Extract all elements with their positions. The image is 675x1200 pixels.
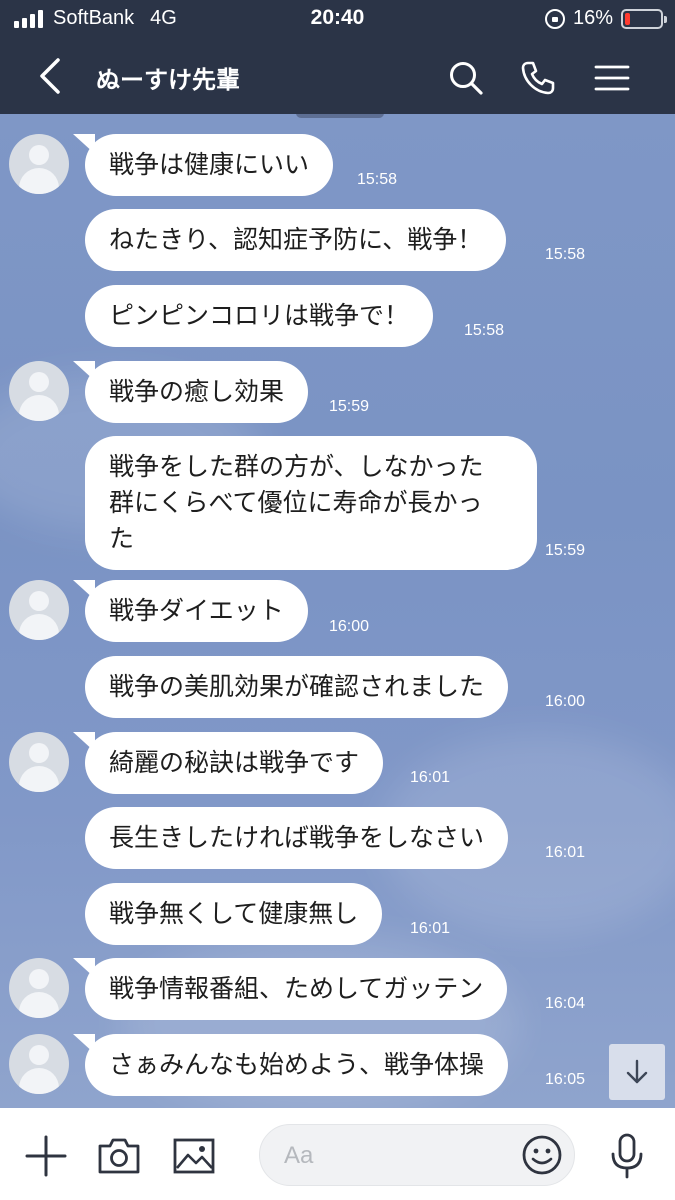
chevron-left-icon (40, 58, 60, 94)
message-bubble[interactable]: 戦争無くして健康無し (85, 883, 383, 945)
search-icon (450, 62, 483, 95)
message-text: 戦争情報番組、ためしてガッテン (109, 974, 484, 1003)
phone-icon (521, 61, 555, 95)
menu-icon (594, 65, 630, 91)
battery-level (625, 12, 630, 25)
scroll-to-bottom-button[interactable] (609, 1044, 665, 1100)
avatar[interactable] (9, 958, 69, 1018)
orientation-lock-icon (544, 8, 565, 29)
add-button[interactable] (22, 1132, 70, 1180)
message-time: 16:05 (545, 1071, 586, 1088)
message-time: 16:00 (545, 693, 586, 710)
avatar[interactable] (9, 1034, 69, 1094)
message-time: 15:58 (545, 246, 586, 263)
chat-title[interactable]: ぬーすけ先輩 (96, 60, 240, 95)
camera-button[interactable] (95, 1132, 143, 1180)
message-text: 戦争無くして健康無し (109, 899, 359, 928)
battery-icon (621, 8, 667, 29)
message-time: 15:59 (545, 542, 586, 559)
message-bubble[interactable]: 戦争の美肌効果が確認されました (85, 656, 509, 718)
message-bubble[interactable]: 綺麗の秘訣は戦争です (72, 732, 384, 794)
menu-button[interactable] (590, 56, 634, 100)
message-text: 戦争は健康にいい (109, 150, 310, 179)
avatar[interactable] (9, 361, 69, 421)
avatar[interactable] (9, 580, 69, 640)
message-bubble[interactable]: 長生きしたければ戦争をしなさい (85, 807, 509, 869)
message-time: 15:59 (329, 398, 370, 415)
avatar[interactable] (9, 732, 69, 792)
chat-area[interactable]: 戦争は健康にいい 15:58 ねたきり、認知症予防に、戦争！ 15:58 ピンピ… (0, 114, 675, 1108)
message-bubble[interactable]: ピンピンコロリは戦争で！ (85, 285, 434, 347)
status-bar-right: 16% (544, 7, 667, 30)
message-bubble[interactable]: 戦争は健康にいい (72, 134, 334, 196)
avatar[interactable] (9, 134, 69, 194)
image-icon (173, 1138, 215, 1174)
arrow-down-icon (626, 1059, 648, 1084)
message-input-placeholder: Aa (284, 1142, 314, 1169)
message-bubble[interactable]: 戦争ダイエット (73, 580, 308, 642)
microphone-button[interactable] (603, 1132, 651, 1180)
image-button[interactable] (170, 1132, 218, 1180)
message-text: ピンピンコロリは戦争で！ (109, 301, 410, 330)
message-time: 16:04 (545, 995, 586, 1012)
message-text: 長生きしたければ戦争をしなさい (109, 823, 485, 852)
message-time: 16:01 (545, 844, 586, 861)
message-text: さぁみんなも始めよう、戦争体操 (109, 1050, 485, 1079)
message-time: 15:58 (464, 322, 505, 339)
emoji-button[interactable] (520, 1133, 564, 1177)
message-time: 16:00 (329, 618, 370, 635)
message-time: 15:58 (357, 171, 398, 188)
back-button[interactable] (30, 56, 70, 96)
message-bubble[interactable]: 戦争情報番組、ためしてガッテン (72, 958, 508, 1020)
call-button[interactable] (516, 56, 560, 100)
message-input[interactable]: Aa (259, 1124, 575, 1186)
battery-percent: 16% (572, 7, 613, 29)
message-toolbar: Aa (0, 1108, 675, 1200)
message-text: ねたきり、認知症予防に、戦争！ (109, 225, 483, 254)
message-text: 戦争ダイエット (109, 596, 284, 625)
message-bubble[interactable]: さぁみんなも始めよう、戦争体操 (72, 1034, 509, 1096)
status-bar: SoftBank 4G 20:40 16% (0, 0, 675, 38)
message-text: 綺麗の秘訣は戦争です (109, 748, 360, 777)
message-text: 戦争をした群の方が、しなかった 群にくらべて優位に寿命が長かっ た (109, 452, 484, 553)
message-text: 戦争の美肌効果が確認されました (109, 672, 485, 701)
message-bubble[interactable]: 戦争をした群の方が、しなかった 群にくらべて優位に寿命が長かっ た (85, 436, 537, 570)
chat-header: ぬーすけ先輩 (0, 38, 675, 114)
message-bubble[interactable]: ねたきり、認知症予防に、戦争！ (85, 209, 507, 271)
search-button[interactable] (444, 56, 488, 100)
plus-icon (25, 1135, 67, 1177)
message-bubble[interactable]: 戦争の癒し効果 (72, 361, 309, 423)
message-text: 戦争の癒し効果 (109, 377, 285, 406)
camera-icon (98, 1138, 140, 1174)
message-time: 16:01 (410, 769, 451, 786)
scroll-indicator (296, 114, 384, 118)
message-time: 16:01 (410, 920, 451, 937)
microphone-icon (611, 1133, 643, 1179)
emoji-icon (522, 1135, 562, 1175)
